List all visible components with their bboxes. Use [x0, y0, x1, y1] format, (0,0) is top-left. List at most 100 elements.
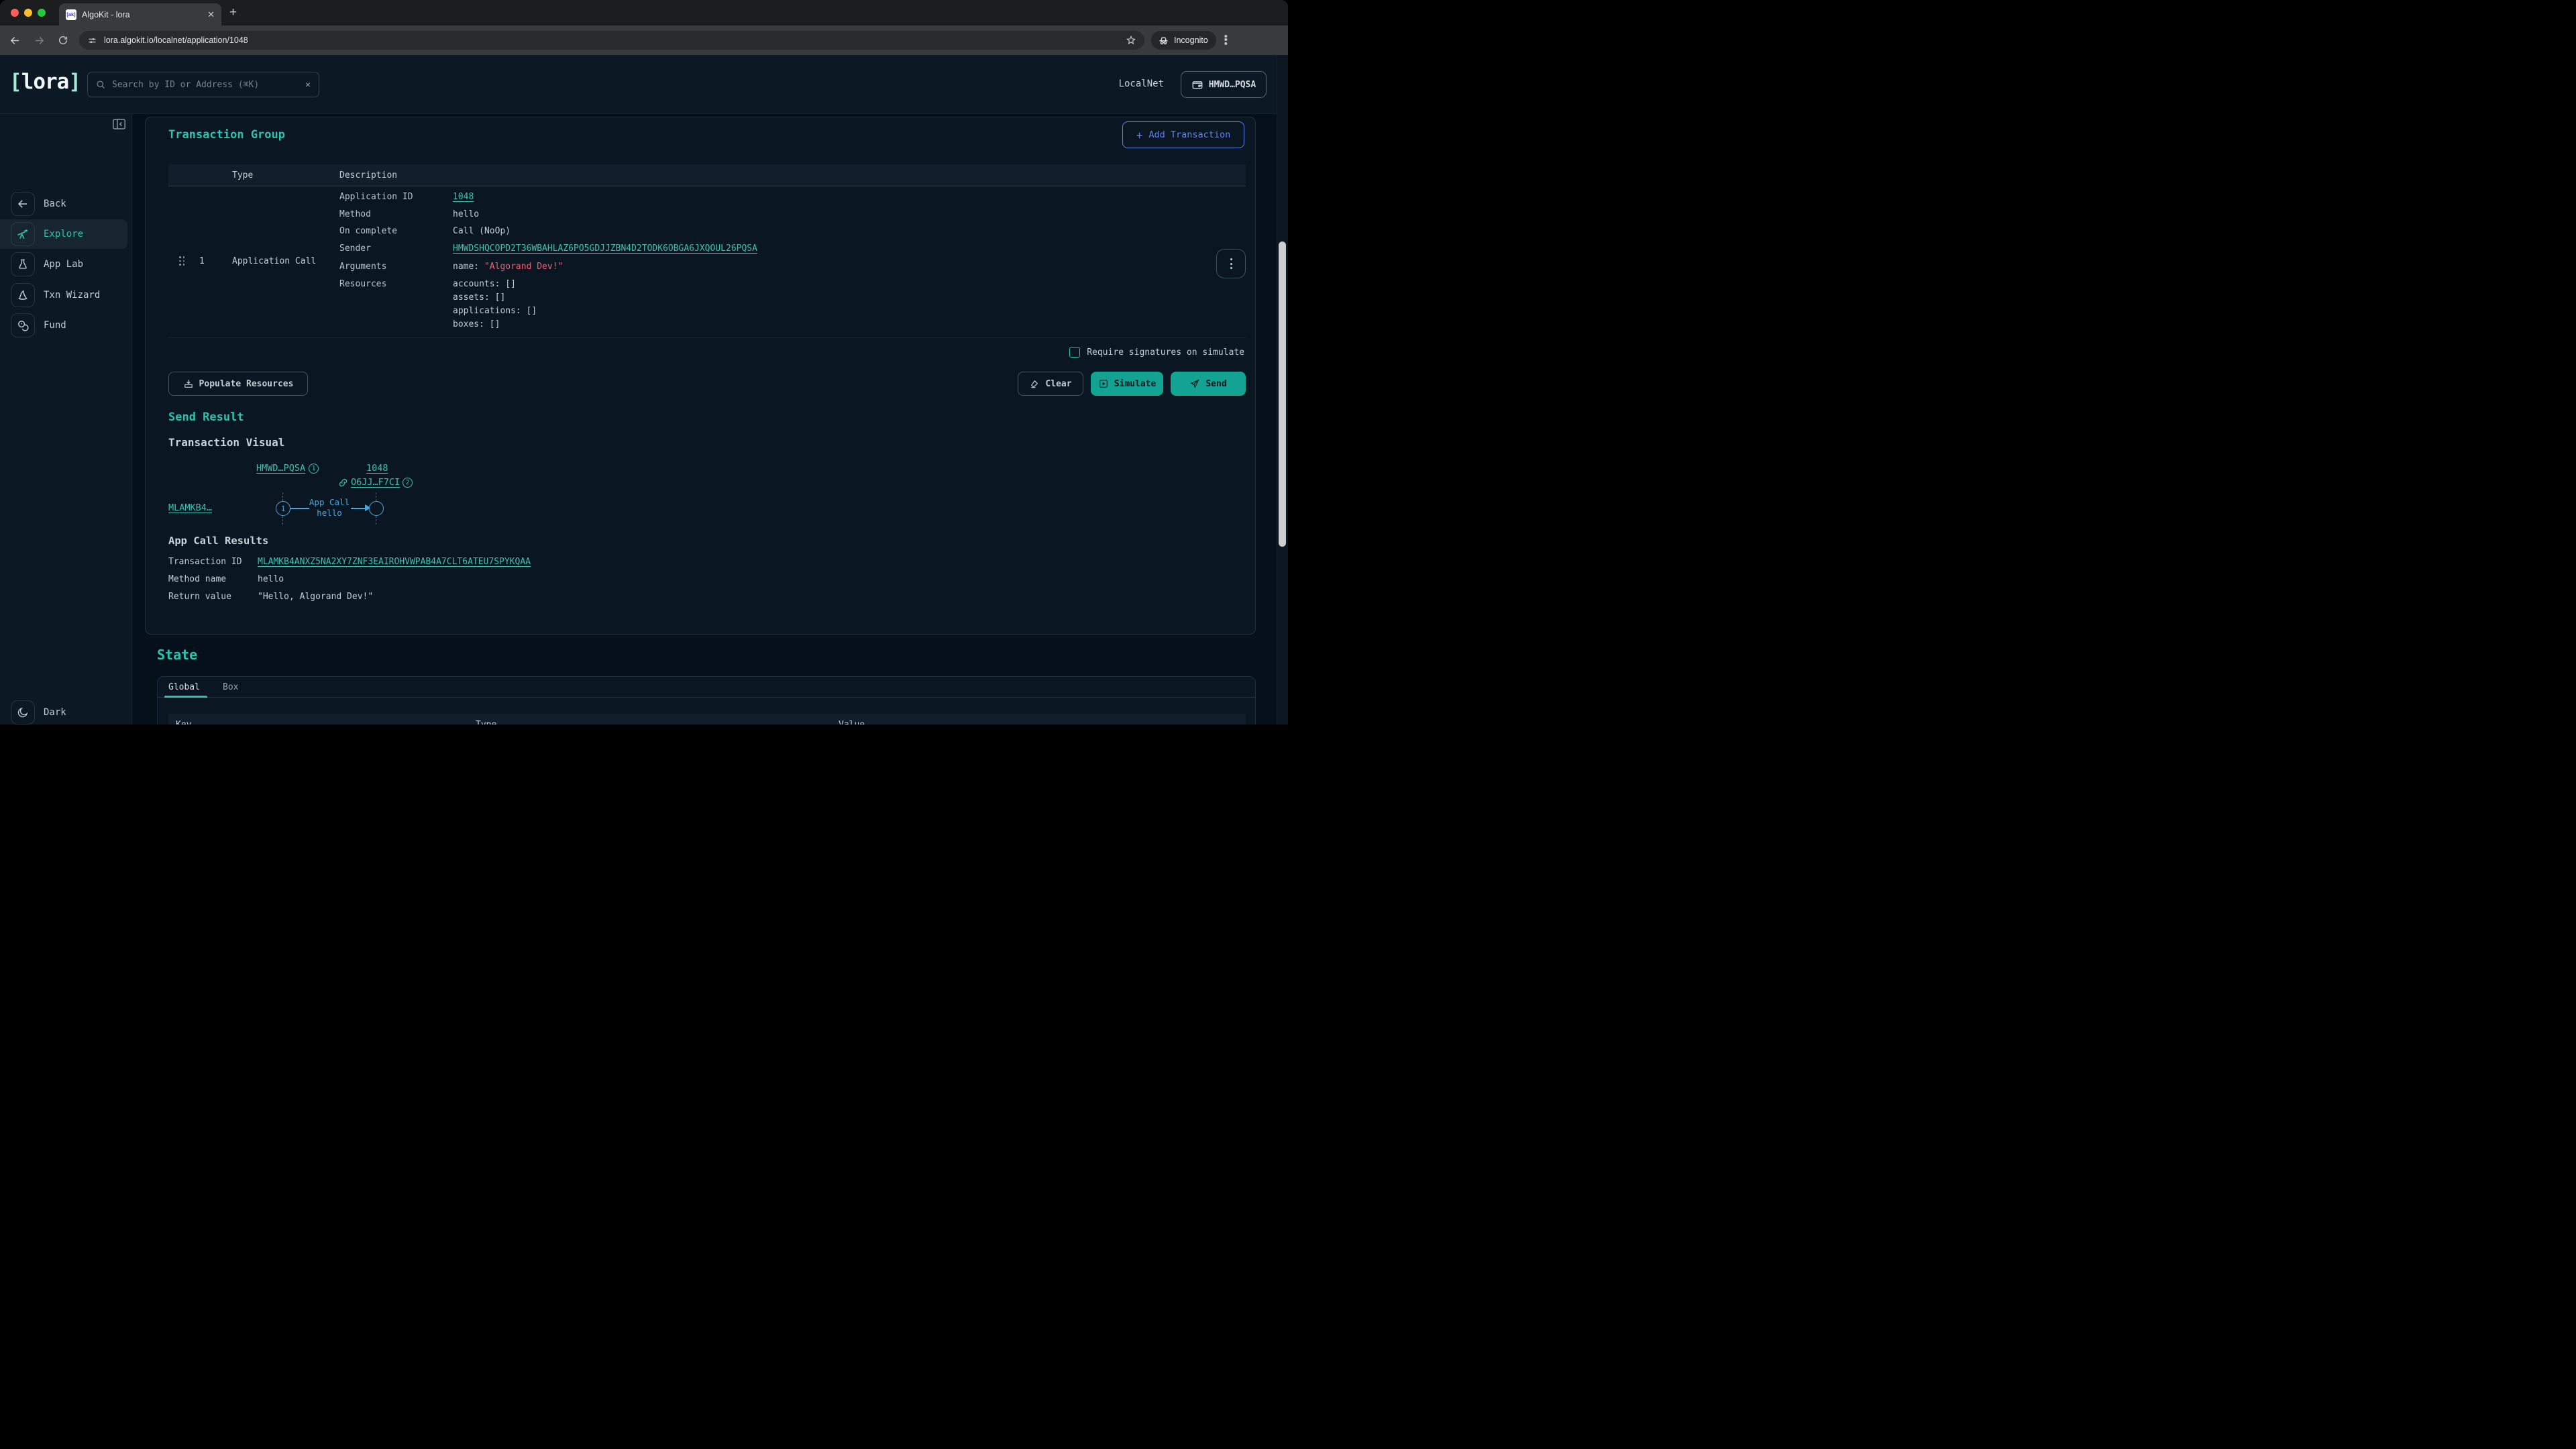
tab-global[interactable]: Global: [168, 682, 200, 692]
simulate-button[interactable]: Simulate: [1091, 372, 1163, 396]
result-label: Transaction ID: [168, 557, 242, 567]
graph-app-link[interactable]: 1048: [366, 463, 388, 474]
sender-link[interactable]: HMWDSHQCOPD2T36WBAHLAZ6PO5GDJJZBN4D2TODK…: [453, 244, 757, 254]
sidebar-item-label: Explore: [44, 229, 83, 239]
add-transaction-label: Add Transaction: [1148, 129, 1230, 140]
state-tabs: Global Box: [158, 677, 1255, 698]
zoom-window-button[interactable]: [38, 9, 46, 17]
column-type: Type: [476, 720, 496, 724]
graph-target-node[interactable]: [369, 501, 384, 516]
active-tab-underline: [164, 696, 207, 698]
url-bar[interactable]: lora.algokit.io/localnet/application/104…: [79, 31, 1144, 50]
link-chain-icon: [338, 478, 348, 488]
sidebar-item-label: Back: [44, 199, 66, 209]
sidebar-item-dark[interactable]: Dark: [0, 698, 131, 724]
url-text: lora.algokit.io/localnet/application/104…: [104, 36, 1119, 45]
telescope-icon: [11, 222, 35, 246]
graph-from-link[interactable]: HMWD…PQSA: [256, 463, 305, 474]
field-label: Method: [339, 209, 371, 219]
graph-group-link[interactable]: O6JJ…F7CI: [351, 477, 400, 488]
graph-app-header: 1048: [366, 463, 388, 474]
resource-line: assets: []: [453, 292, 505, 303]
arrow-left-icon: [11, 192, 35, 216]
minimize-window-button[interactable]: [24, 9, 32, 17]
require-signatures-row: Require signatures on simulate: [1069, 347, 1244, 358]
graph-row-link[interactable]: MLAMKB4…: [168, 502, 212, 513]
graph-row-label: MLAMKB4…: [168, 502, 212, 513]
wallet-button[interactable]: HMWD…PQSA: [1181, 71, 1267, 98]
resource-line: applications: []: [453, 306, 537, 316]
require-signatures-label: Require signatures on simulate: [1087, 347, 1244, 358]
drag-handle[interactable]: [179, 256, 185, 266]
sidebar-item-back[interactable]: Back: [0, 189, 131, 219]
plus-icon: +: [1136, 129, 1143, 142]
browser-tab[interactable]: [ak] AlgoKit - lora ✕: [59, 3, 221, 25]
field-label: Resources: [339, 279, 386, 289]
result-label: Return value: [168, 592, 231, 602]
play-square-icon: [1098, 378, 1109, 389]
result-label: Method name: [168, 574, 226, 584]
send-label: Send: [1205, 379, 1226, 389]
add-transaction-button[interactable]: + Add Transaction: [1122, 121, 1244, 148]
sidebar-item-txn-wizard[interactable]: Txn Wizard: [0, 280, 131, 310]
flask-icon: [11, 252, 35, 276]
new-tab-button[interactable]: +: [229, 5, 237, 20]
sidebar-collapse-icon[interactable]: [112, 118, 126, 130]
reload-icon[interactable]: [54, 31, 72, 50]
browser-menu-icon[interactable]: •••: [1224, 35, 1228, 46]
bookmark-star-icon[interactable]: [1126, 35, 1136, 46]
scrollbar-thumb[interactable]: [1279, 241, 1286, 547]
require-signatures-checkbox[interactable]: [1069, 347, 1080, 358]
wallet-address: HMWD…PQSA: [1209, 80, 1256, 90]
back-nav-icon[interactable]: [5, 31, 24, 50]
send-result-title: Send Result: [168, 411, 244, 424]
graph-source-node[interactable]: 1: [276, 501, 290, 516]
application-id-link[interactable]: 1048: [453, 192, 474, 202]
tab-strip: [ak] AlgoKit - lora ✕ +: [0, 0, 1288, 25]
clear-button[interactable]: Clear: [1018, 372, 1083, 396]
row-type: Application Call: [232, 256, 316, 266]
tab-close-icon[interactable]: ✕: [207, 10, 215, 19]
browser-window: [ak] AlgoKit - lora ✕ + lora.algokit.io/…: [0, 0, 1288, 724]
field-label: Sender: [339, 244, 371, 254]
state-title: State: [157, 647, 197, 663]
close-window-button[interactable]: [11, 9, 19, 17]
populate-resources-button[interactable]: Populate Resources: [168, 372, 308, 396]
lora-logo[interactable]: [lora]: [9, 70, 80, 94]
transaction-id-link[interactable]: MLAMKB4ANXZ5NA2XY7ZNF3EAIROHVWPAB4A7CLT6…: [258, 557, 531, 567]
simulate-label: Simulate: [1114, 379, 1157, 389]
wizard-hat-icon: [11, 283, 35, 307]
incognito-badge: Incognito: [1151, 31, 1216, 50]
site-info-icon[interactable]: [87, 36, 97, 46]
oncomplete-value: Call (NoOp): [453, 226, 511, 236]
column-type: Type: [232, 170, 253, 180]
search-input[interactable]: [112, 80, 299, 90]
graph-edge-label: App Call hello: [303, 497, 356, 519]
state-card: Global Box Key Type Value: [157, 676, 1256, 724]
logo-open-bracket: [: [9, 70, 21, 94]
incognito-spy-icon: [1158, 35, 1169, 46]
transaction-group-title: Transaction Group: [168, 128, 285, 142]
app-call-results-title: App Call Results: [168, 535, 268, 547]
network-label: LocalNet: [1119, 78, 1164, 89]
tab-box[interactable]: Box: [223, 682, 238, 692]
search-box[interactable]: ✕: [87, 72, 319, 97]
sidebar-item-explore[interactable]: Explore: [0, 219, 127, 249]
send-button[interactable]: Send: [1171, 372, 1246, 396]
forward-nav-icon[interactable]: [30, 31, 48, 50]
row-menu-button[interactable]: [1216, 249, 1246, 278]
transaction-visual-title: Transaction Visual: [168, 436, 284, 449]
argument-key: name:: [453, 262, 484, 272]
method-value: hello: [453, 209, 479, 219]
sidebar-item-fund[interactable]: Fund: [0, 311, 131, 340]
column-key: Key: [176, 720, 191, 724]
resource-line: boxes: []: [453, 319, 500, 329]
sidebar-item-label: Dark: [44, 707, 66, 718]
eraser-icon: [1029, 378, 1040, 389]
search-clear-icon[interactable]: ✕: [305, 80, 311, 90]
sender-value: HMWDSHQCOPD2T36WBAHLAZ6PO5GDJJZBN4D2TODK…: [453, 244, 757, 254]
search-icon: [96, 80, 106, 90]
return-value: "Hello, Algorand Dev!": [258, 592, 373, 602]
sidebar-item-app-lab[interactable]: App Lab: [0, 250, 131, 279]
arguments-value: name: "Algorand Dev!": [453, 262, 563, 272]
